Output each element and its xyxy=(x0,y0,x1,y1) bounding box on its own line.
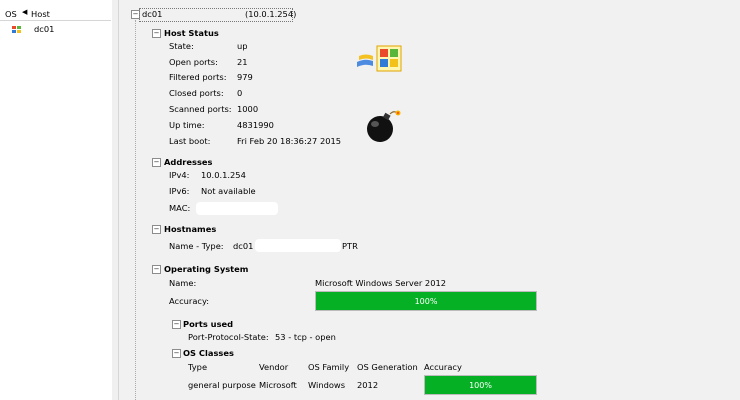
hostname-value: dc01 xyxy=(233,241,254,251)
os-classes-col-vendor: Vendor xyxy=(259,362,289,372)
port-protocol-state-value: 53 - tcp - open xyxy=(275,332,336,342)
ports-used-collapse-toggle[interactable]: − xyxy=(172,320,181,329)
closed-ports-value: 0 xyxy=(237,88,243,98)
addresses-heading: Addresses xyxy=(164,157,213,167)
os-classes-col-generation: OS Generation xyxy=(357,362,418,372)
state-value: up xyxy=(237,41,248,51)
windows-logo-icon xyxy=(357,45,402,72)
last-boot-label: Last boot: xyxy=(169,136,211,146)
os-classes-col-accuracy: Accuracy xyxy=(424,362,462,372)
host-list-pane xyxy=(0,0,113,400)
os-classes-collapse-toggle[interactable]: − xyxy=(172,349,181,358)
open-ports-label: Open ports: xyxy=(169,57,218,67)
filtered-ports-label: Filtered ports: xyxy=(169,72,227,82)
operating-system-heading: Operating System xyxy=(164,264,249,274)
sort-arrow-icon[interactable]: ◀ xyxy=(22,8,27,16)
closed-ports-label: Closed ports: xyxy=(169,88,224,98)
addresses-collapse-toggle[interactable]: − xyxy=(152,158,161,167)
os-classes-col-type: Type xyxy=(188,362,208,372)
host-list-item-name[interactable]: dc01 xyxy=(34,24,54,34)
os-name-value: Microsoft Windows Server 2012 xyxy=(315,278,447,288)
redacted-mac-value xyxy=(196,202,278,215)
open-ports-value: 21 xyxy=(237,57,248,67)
hostname-label: Name - Type: xyxy=(169,241,224,251)
last-boot-value: Fri Feb 20 18:36:27 2015 xyxy=(237,136,342,146)
os-classes-heading: OS Classes xyxy=(183,348,234,358)
os-classes-col-family: OS Family xyxy=(308,362,350,372)
os-column-header[interactable]: OS xyxy=(5,9,17,19)
tree-connector-line xyxy=(135,20,136,400)
host-status-collapse-toggle[interactable]: − xyxy=(152,29,161,38)
bomb-icon xyxy=(367,110,401,142)
os-class-vendor: Microsoft xyxy=(259,380,297,390)
os-name-label: Name: xyxy=(169,278,197,288)
root-host-name: dc01 xyxy=(142,9,163,19)
ports-used-heading: Ports used xyxy=(183,319,234,329)
hostnames-heading: Hostnames xyxy=(164,224,217,234)
os-accuracy-label: Accuracy: xyxy=(169,296,210,306)
root-host-address: (10.0.1.254) xyxy=(245,9,297,19)
os-class-accuracy-text: 100% xyxy=(469,380,492,390)
os-class-type: general purpose xyxy=(188,380,256,390)
filtered-ports-value: 979 xyxy=(237,72,253,82)
os-accuracy-progress-bar: 100% xyxy=(315,291,537,311)
scanned-ports-label: Scanned ports: xyxy=(169,104,232,114)
host-column-header[interactable]: Host xyxy=(31,9,50,19)
os-class-generation: 2012 xyxy=(357,380,379,390)
host-status-heading: Host Status xyxy=(164,28,219,38)
os-accuracy-text: 100% xyxy=(414,296,438,306)
os-class-accuracy-progress-bar: 100% xyxy=(424,375,537,395)
mac-label: MAC: xyxy=(169,203,191,213)
state-label: State: xyxy=(169,41,194,51)
up-time-value: 4831990 xyxy=(237,120,274,130)
hostnames-collapse-toggle[interactable]: − xyxy=(152,225,161,234)
redacted-hostname xyxy=(255,239,341,252)
os-class-family: Windows xyxy=(308,380,346,390)
ipv4-label: IPv4: xyxy=(169,170,190,180)
scanned-ports-value: 1000 xyxy=(237,104,259,114)
up-time-label: Up time: xyxy=(169,120,205,130)
ipv6-value: Not available xyxy=(201,186,256,196)
hostname-type: PTR xyxy=(342,241,358,251)
ipv6-label: IPv6: xyxy=(169,186,190,196)
operating-system-collapse-toggle[interactable]: − xyxy=(152,265,161,274)
ipv4-value: 10.0.1.254 xyxy=(201,170,246,180)
port-protocol-state-label: Port-Protocol-State: xyxy=(188,332,269,342)
windows-logo-icon xyxy=(12,26,21,33)
